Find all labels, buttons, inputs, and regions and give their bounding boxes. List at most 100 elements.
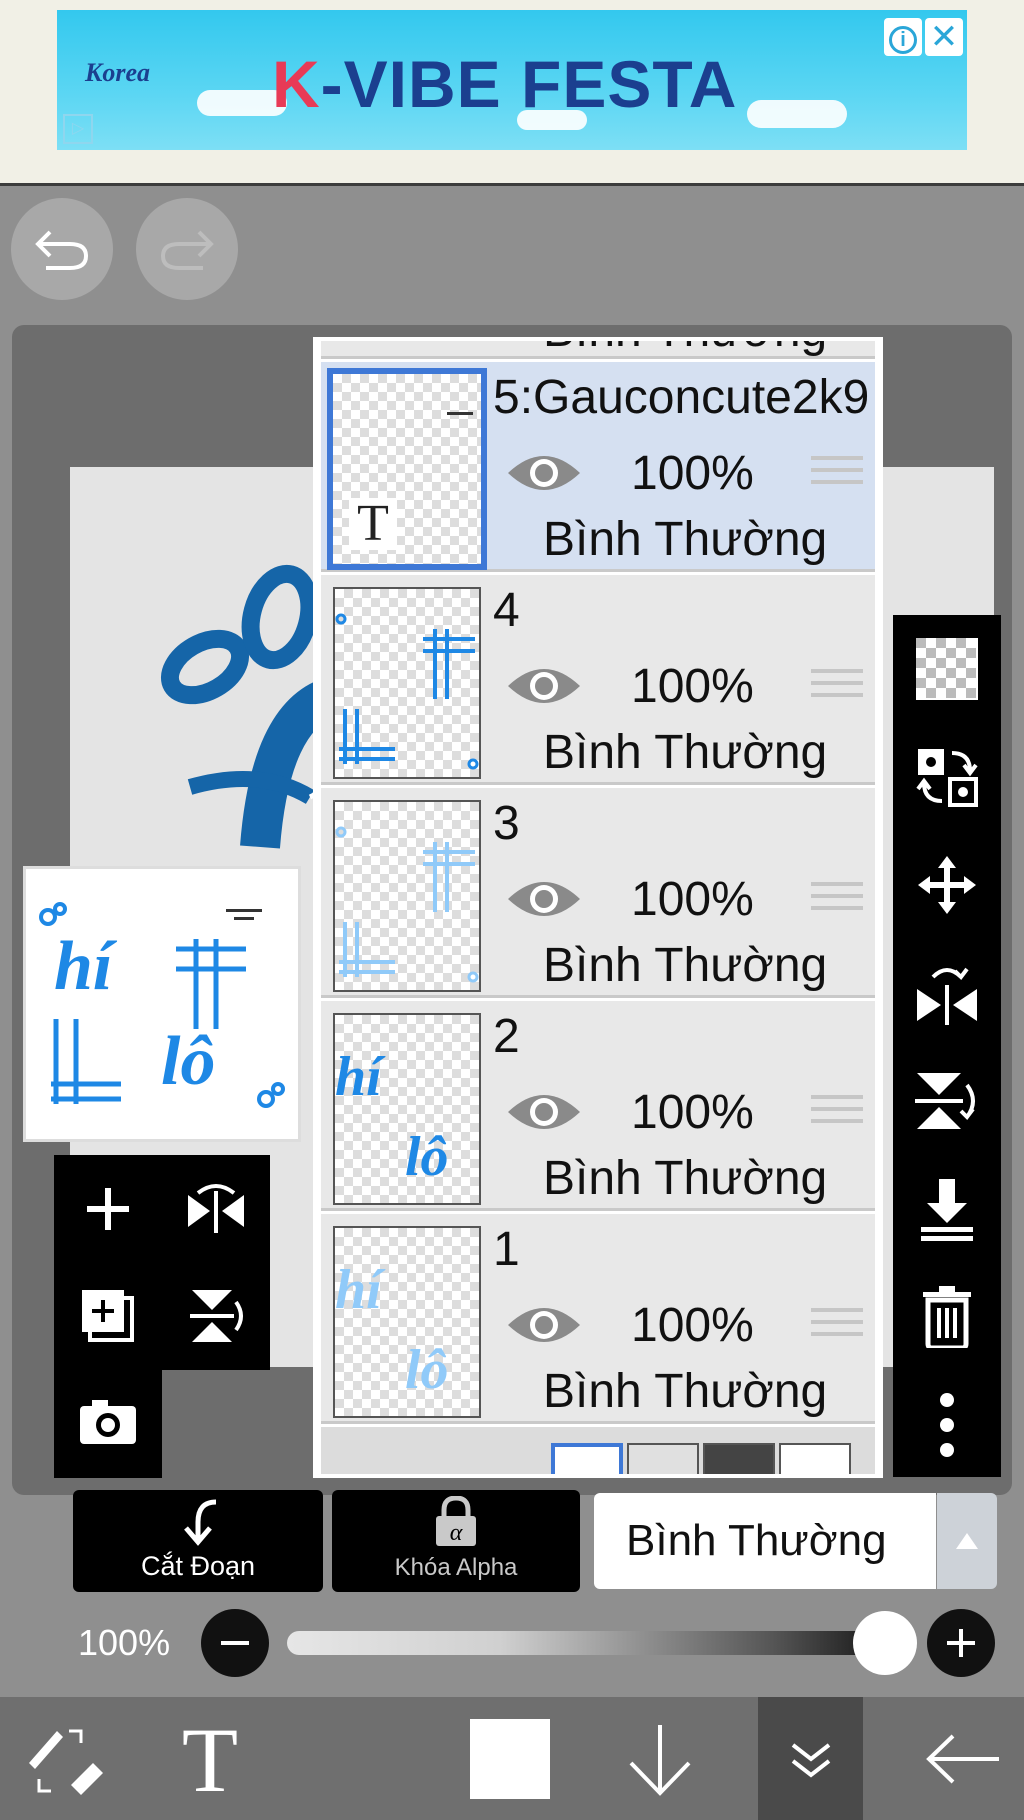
layers-panel-toggle[interactable] [758,1697,863,1820]
bg-none-option[interactable] [779,1443,851,1474]
svg-text:hí: hí [54,928,118,1005]
ad-brand-logo: Korea [85,58,150,87]
swap-icon [916,749,978,807]
layer-thumbnail: hí lô [333,1226,481,1418]
camera-icon [80,1399,136,1444]
merge-down-button[interactable] [893,1155,1001,1263]
arrow-left-icon [926,1734,999,1783]
swap-layer-button[interactable] [893,723,1001,831]
ad-banner[interactable]: Korea K-VIBE FESTA ▷ i ✕ [57,10,967,150]
layer-row-partial[interactable]: Bình Thường [321,341,875,359]
bg-checker-dark-option[interactable] [703,1443,775,1474]
undo-button[interactable] [11,198,113,300]
layer-down-button[interactable] [605,1697,715,1820]
layer-name: 1 [493,1223,520,1276]
double-chevron-down-icon [791,1742,830,1778]
more-options-button[interactable] [893,1371,1001,1479]
opacity-slider-handle[interactable] [853,1611,917,1675]
layer-blend-mode: Bình Thường [543,1152,828,1205]
flip-vertical-button[interactable] [893,1047,1001,1155]
svg-text:T: T [182,1719,238,1799]
flip-vertical-icon [915,1073,975,1129]
text-layer-icon: T [349,498,397,550]
layer-blend-mode: Bình Thường [543,341,827,358]
flip-horizontal-icon [917,967,977,1025]
flip-horizontal-button[interactable] [893,939,1001,1047]
eye-icon[interactable] [506,447,582,499]
redo-icon [160,230,214,270]
layer-row-3[interactable]: 3 100% Bình Thường [321,788,875,998]
eye-icon[interactable] [506,873,582,925]
drag-handle-icon[interactable] [811,1095,863,1135]
flip-layer-vertical-button[interactable] [162,1262,270,1369]
add-layer-copy-icon [82,1289,134,1342]
layer-blend-mode: Bình Thường [543,513,828,566]
layer-opacity: 100% [631,1299,754,1352]
brush-eraser-toggle[interactable] [10,1697,120,1820]
svg-text:hí: hí [335,1046,386,1108]
undo-icon [35,230,89,270]
opacity-slider[interactable] [287,1631,895,1655]
drag-handle-icon[interactable] [811,1308,863,1348]
alpha-lock-label: Khóa Alpha [394,1554,518,1581]
camera-button[interactable] [54,1368,162,1475]
brush-eraser-icon [29,1729,103,1795]
alpha-lock-button[interactable]: α Khóa Alpha [332,1490,580,1592]
layer-name: 4 [493,584,520,637]
layer-blend-mode: Bình Thường [543,1365,828,1418]
ad-area: Korea K-VIBE FESTA ▷ i ✕ [0,0,1024,186]
clipping-label: Cắt Đoạn [140,1551,256,1581]
add-layer-button[interactable] [54,1155,162,1262]
layer-row-2[interactable]: hí lô 2 100% Bình Thường [321,1001,875,1211]
layer-row-5[interactable]: T 5:Gauconcute2k9 100% Bình Thường [321,362,875,572]
transparency-button[interactable] [893,615,1001,723]
bg-checker-light-option[interactable] [627,1443,699,1474]
layer-row-4[interactable]: 4 100% Bình Thường [321,575,875,785]
clipping-button[interactable]: Cắt Đoạn [73,1490,323,1592]
text-tool-button[interactable]: T [155,1697,265,1820]
layer-blend-mode: Bình Thường [543,726,828,779]
trash-icon [923,1286,971,1348]
info-icon[interactable]: i [884,18,922,56]
right-toolbar [893,615,1001,1477]
delete-layer-button[interactable] [893,1263,1001,1371]
eye-icon[interactable] [506,660,582,712]
drag-handle-icon[interactable] [811,456,863,496]
eye-icon[interactable] [506,1299,582,1351]
svg-text:lô: lô [161,1023,215,1100]
clipping-arrow-icon [184,1499,217,1546]
opacity-decrease-button[interactable] [201,1609,269,1677]
layer-opacity: 100% [631,873,754,926]
eye-icon[interactable] [506,1086,582,1138]
minus-icon [221,1641,249,1645]
move-button[interactable] [893,831,1001,939]
layer-row-1[interactable]: hí lô 1 100% Bình Thường [321,1214,875,1424]
bg-white-option[interactable] [551,1443,623,1474]
ad-choices-icon[interactable]: ▷ [63,114,93,144]
arrow-down-icon [629,1724,691,1796]
redo-button[interactable] [136,198,238,300]
text-tool-icon: T [182,1719,238,1799]
layer-thumbnail [333,800,481,992]
blend-mode-dropdown-button[interactable] [937,1493,997,1589]
checkerboard-icon [916,638,978,700]
plus-icon [87,1187,129,1230]
blend-mode-select[interactable]: Bình Thường [594,1493,936,1589]
merge-down-icon [921,1179,973,1241]
background-layer-row[interactable] [321,1427,875,1474]
canvas-preview[interactable]: hí lô [23,866,301,1142]
preview-artwork: hí lô [39,902,285,1108]
back-button[interactable] [908,1697,1018,1820]
drag-handle-icon[interactable] [811,882,863,922]
bottom-navigation: T [0,1697,1024,1820]
add-image-layer-button[interactable] [54,1262,162,1369]
layer-thumbnail: hí lô [333,1013,481,1205]
layer-opacity: 100% [631,447,754,500]
color-picker-button[interactable] [455,1697,565,1820]
svg-text:lô: lô [405,1339,449,1401]
flip-layer-horizontal-button[interactable] [162,1155,270,1262]
opacity-increase-button[interactable] [927,1609,995,1677]
drag-handle-icon[interactable] [811,669,863,709]
lock-icon: α [436,1496,476,1546]
close-icon[interactable]: ✕ [925,18,963,56]
